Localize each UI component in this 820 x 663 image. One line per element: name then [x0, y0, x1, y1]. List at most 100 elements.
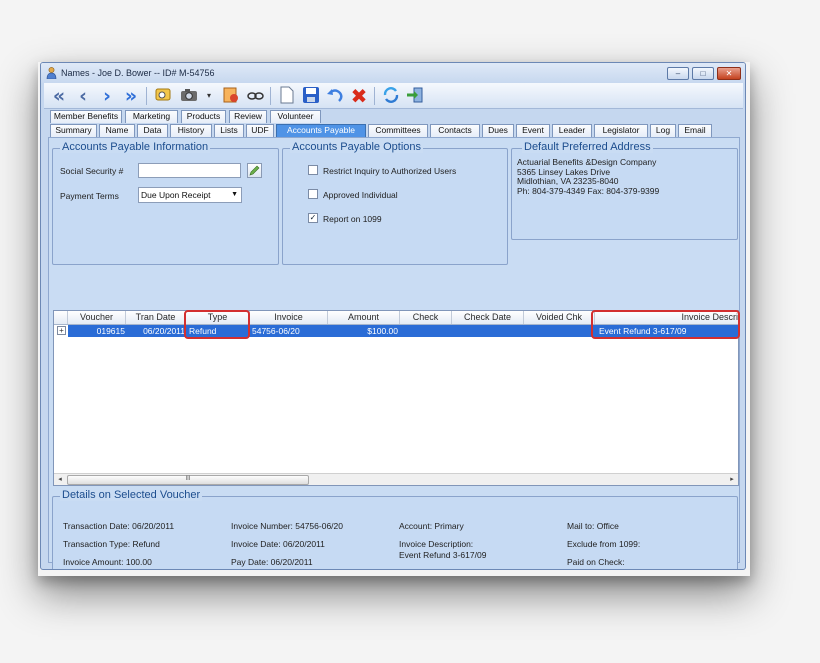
- report-icon[interactable]: [220, 85, 242, 107]
- column-voucher[interactable]: Voucher: [68, 311, 126, 324]
- ap-options-legend: Accounts Payable Options: [290, 141, 424, 153]
- default-address-legend: Default Preferred Address: [522, 141, 653, 153]
- tab-committees[interactable]: Committees: [368, 124, 428, 137]
- last-record-icon[interactable]: »: [120, 85, 142, 107]
- column-check[interactable]: Check: [400, 311, 452, 324]
- ap-information-legend: Accounts Payable Information: [60, 141, 211, 153]
- toolbar-separator: [146, 87, 147, 105]
- maximize-button[interactable]: □: [692, 67, 714, 80]
- pencil-icon: [249, 165, 260, 176]
- cell-amount: $100.00: [328, 325, 400, 337]
- delete-icon[interactable]: ✖: [348, 85, 370, 107]
- tab-dues[interactable]: Dues: [482, 124, 514, 137]
- ssn-label: Social Security #: [60, 166, 124, 176]
- report-1099-checkbox[interactable]: ✓: [308, 213, 318, 223]
- account-text: Account: Primary: [399, 521, 464, 531]
- cell-check: [400, 325, 452, 337]
- exit-icon[interactable]: [404, 85, 426, 107]
- cell-invoice: 54756-06/20: [250, 325, 328, 337]
- approved-individual-label: Approved Individual: [323, 190, 398, 200]
- horizontal-scrollbar[interactable]: ◂ III ▸: [54, 473, 738, 485]
- tab-products[interactable]: Products: [181, 110, 226, 123]
- tab-review[interactable]: Review: [229, 110, 267, 123]
- payment-terms-value: Due Upon Receipt: [141, 190, 211, 200]
- new-document-icon[interactable]: [276, 85, 298, 107]
- column-amount[interactable]: Amount: [328, 311, 400, 324]
- tab-log[interactable]: Log: [650, 124, 676, 137]
- dropdown-icon[interactable]: ▾: [198, 85, 220, 107]
- column-tran-date[interactable]: Tran Date: [126, 311, 186, 324]
- column-voided-chk[interactable]: Voided Chk: [524, 311, 595, 324]
- tab-history[interactable]: History: [170, 124, 212, 137]
- report-1099-label: Report on 1099: [323, 214, 382, 224]
- names-window: Names - Joe D. Bower -- ID# M-54756 – □ …: [40, 62, 746, 570]
- ap-information-group: Accounts Payable Information Social Secu…: [52, 141, 279, 265]
- close-button[interactable]: ✕: [717, 67, 741, 80]
- grid-header-spacer: [54, 311, 68, 324]
- transaction-type-text: Transaction Type: Refund: [63, 539, 160, 549]
- person-icon: [46, 67, 57, 79]
- invoice-date-text: Invoice Date: 06/20/2011: [231, 539, 325, 549]
- cell-tran-date: 06/20/2011: [126, 325, 186, 337]
- invoice-amount-text: Invoice Amount: 100.00: [63, 557, 152, 567]
- payment-terms-select[interactable]: Due Upon Receipt ▼: [138, 187, 242, 203]
- paid-on-check-text: Paid on Check:: [567, 557, 625, 567]
- restrict-inquiry-checkbox[interactable]: [308, 165, 318, 175]
- previous-record-icon[interactable]: ‹: [72, 85, 94, 107]
- column-invoice[interactable]: Invoice: [250, 311, 328, 324]
- toolbar: « ‹ › » ▾ ✖: [44, 83, 743, 109]
- column-check-date[interactable]: Check Date: [452, 311, 524, 324]
- invoice-number-text: Invoice Number: 54756-06/20: [231, 521, 343, 531]
- camera-icon[interactable]: [178, 85, 200, 107]
- tab-name[interactable]: Name: [99, 124, 135, 137]
- chevron-down-icon: ▼: [231, 191, 238, 198]
- exclude-1099-text: Exclude from 1099:: [567, 539, 641, 549]
- next-record-icon[interactable]: ›: [96, 85, 118, 107]
- pay-date-text: Pay Date: 06/20/2011: [231, 557, 313, 567]
- cell-check-date: [452, 325, 524, 337]
- voucher-grid: Voucher Tran Date Type Invoice Amount Ch…: [53, 310, 740, 486]
- tab-legislator[interactable]: Legislator: [594, 124, 648, 137]
- transaction-date-text: Transaction Date: 06/20/2011: [63, 521, 175, 531]
- toolbar-separator: [374, 87, 375, 105]
- type-highlight-box: [184, 310, 250, 339]
- minimize-button[interactable]: –: [667, 67, 689, 80]
- title-bar[interactable]: Names - Joe D. Bower -- ID# M-54756 – □ …: [41, 63, 745, 83]
- search-icon[interactable]: [152, 85, 174, 107]
- tab-marketing[interactable]: Marketing: [125, 110, 178, 123]
- ssn-input[interactable]: [138, 163, 241, 178]
- scrollbar-thumb[interactable]: III: [67, 475, 309, 485]
- tab-lists[interactable]: Lists: [214, 124, 244, 137]
- tab-accounts-payable[interactable]: Accounts Payable: [276, 124, 366, 137]
- tab-leader[interactable]: Leader: [552, 124, 592, 137]
- default-address-group: Default Preferred Address Actuarial Bene…: [511, 141, 738, 240]
- approved-individual-checkbox[interactable]: [308, 189, 318, 199]
- scroll-right-icon[interactable]: ▸: [726, 474, 738, 486]
- scroll-left-icon[interactable]: ◂: [54, 474, 66, 486]
- tab-event[interactable]: Event: [516, 124, 550, 137]
- window-title: Names - Joe D. Bower -- ID# M-54756: [61, 68, 215, 78]
- payment-terms-label: Payment Terms: [60, 191, 119, 201]
- tab-member-benefits[interactable]: Member Benefits: [50, 110, 122, 123]
- tab-data[interactable]: Data: [137, 124, 168, 137]
- tab-volunteer[interactable]: Volunteer: [270, 110, 321, 123]
- tab-udf[interactable]: UDF: [246, 124, 274, 137]
- save-icon[interactable]: [300, 85, 322, 107]
- refresh-icon[interactable]: [380, 85, 402, 107]
- cell-voided-chk: [524, 325, 595, 337]
- tab-contacts[interactable]: Contacts: [430, 124, 480, 137]
- first-record-icon[interactable]: «: [48, 85, 70, 107]
- toolbar-separator: [270, 87, 271, 105]
- ap-options-group: Accounts Payable Options Restrict Inquir…: [282, 141, 508, 265]
- undo-icon[interactable]: [324, 85, 346, 107]
- voucher-details-group: Details on Selected Voucher Transaction …: [52, 489, 738, 569]
- edit-ssn-button[interactable]: [247, 163, 262, 178]
- invoice-description-highlight-box: [591, 310, 740, 339]
- view-icon[interactable]: [244, 85, 266, 107]
- invoice-description-label: Invoice Description:: [399, 539, 474, 549]
- invoice-description-value: Event Refund 3-617/09: [399, 550, 487, 560]
- tab-summary[interactable]: Summary: [50, 124, 97, 137]
- cell-voucher: 019615: [68, 325, 126, 337]
- tab-email[interactable]: Email: [678, 124, 712, 137]
- mail-to-text: Mail to: Office: [567, 521, 619, 531]
